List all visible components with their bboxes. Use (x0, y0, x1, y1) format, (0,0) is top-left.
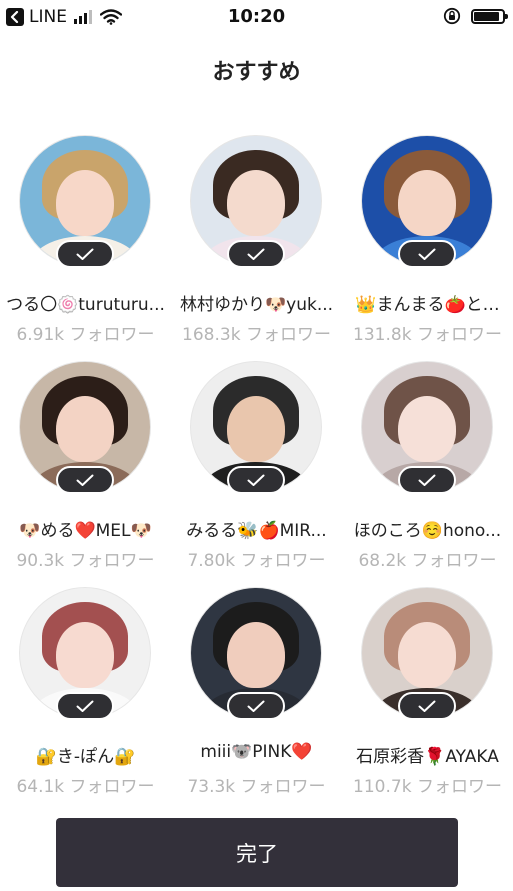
follower-count: 110.7k フォロワー (353, 777, 502, 797)
status-bar: LINE 10:20 (0, 0, 513, 34)
account-name: miii🐨PINK❤️ (200, 742, 313, 762)
follower-count: 131.8k フォロワー (353, 325, 502, 345)
account-name: つる〇🍥turuturu... (6, 295, 165, 315)
recommended-account-card[interactable]: 👑まんまる🍅と… 131.8k フォロワー (342, 130, 513, 356)
account-name: 🔐き-ぽん🔐 (35, 747, 136, 767)
checkmark-icon (418, 700, 436, 712)
recommended-account-card[interactable]: 🔐き-ぽん🔐 64.1k フォロワー (0, 582, 171, 808)
checkmark-icon (418, 474, 436, 486)
selected-check-toggle[interactable] (227, 692, 285, 720)
follower-count: 73.3k フォロワー (187, 777, 326, 797)
selected-check-toggle[interactable] (56, 240, 114, 268)
follower-count: 168.3k フォロワー (182, 325, 331, 345)
account-name: 石原彩香🌹AYAKA (356, 747, 499, 767)
account-name: 👑まんまる🍅と… (355, 295, 500, 315)
checkmark-icon (76, 474, 94, 486)
selected-check-toggle[interactable] (227, 466, 285, 494)
checkmark-icon (76, 248, 94, 260)
follower-count: 7.80k フォロワー (187, 551, 326, 571)
recommended-account-card[interactable]: miii🐨PINK❤️ 73.3k フォロワー (171, 582, 342, 808)
checkmark-icon (247, 474, 265, 486)
selected-check-toggle[interactable] (398, 240, 456, 268)
checkmark-icon (247, 248, 265, 260)
status-right (443, 7, 508, 25)
selected-check-toggle[interactable] (398, 466, 456, 494)
selected-check-toggle[interactable] (227, 240, 285, 268)
follower-count: 64.1k フォロワー (16, 777, 155, 797)
page-title: おすすめ (212, 60, 301, 85)
recommended-account-card[interactable]: 石原彩香🌹AYAKA 110.7k フォロワー (342, 582, 513, 808)
account-name: みるる🐝🍎MIR... (186, 521, 327, 541)
account-name: 林村ゆかり🐶yuk... (179, 295, 334, 315)
recommended-account-card[interactable]: 🐶める❤️MEL🐶 90.3k フォロワー (0, 356, 171, 582)
selected-check-toggle[interactable] (56, 466, 114, 494)
account-name: 🐶める❤️MEL🐶 (19, 521, 152, 541)
recommended-account-card[interactable]: ほのころ☺️hono... 68.2k フォロワー (342, 356, 513, 582)
recommended-account-card[interactable]: みるる🐝🍎MIR... 7.80k フォロワー (171, 356, 342, 582)
checkmark-icon (76, 700, 94, 712)
orientation-lock-icon (443, 7, 461, 25)
done-button[interactable]: 完了 (56, 818, 458, 887)
recommended-account-card[interactable]: つる〇🍥turuturu... 6.91k フォロワー (0, 130, 171, 356)
checkmark-icon (418, 248, 436, 260)
account-name: ほのころ☺️hono... (353, 521, 502, 541)
battery-icon (471, 8, 508, 24)
selected-check-toggle[interactable] (56, 692, 114, 720)
status-time: 10:20 (227, 6, 286, 27)
follower-count: 90.3k フォロワー (16, 551, 155, 571)
follower-count: 68.2k フォロワー (358, 551, 497, 571)
checkmark-icon (247, 700, 265, 712)
selected-check-toggle[interactable] (398, 692, 456, 720)
recommended-account-card[interactable]: 林村ゆかり🐶yuk... 168.3k フォロワー (171, 130, 342, 356)
follower-count: 6.91k フォロワー (16, 325, 155, 345)
